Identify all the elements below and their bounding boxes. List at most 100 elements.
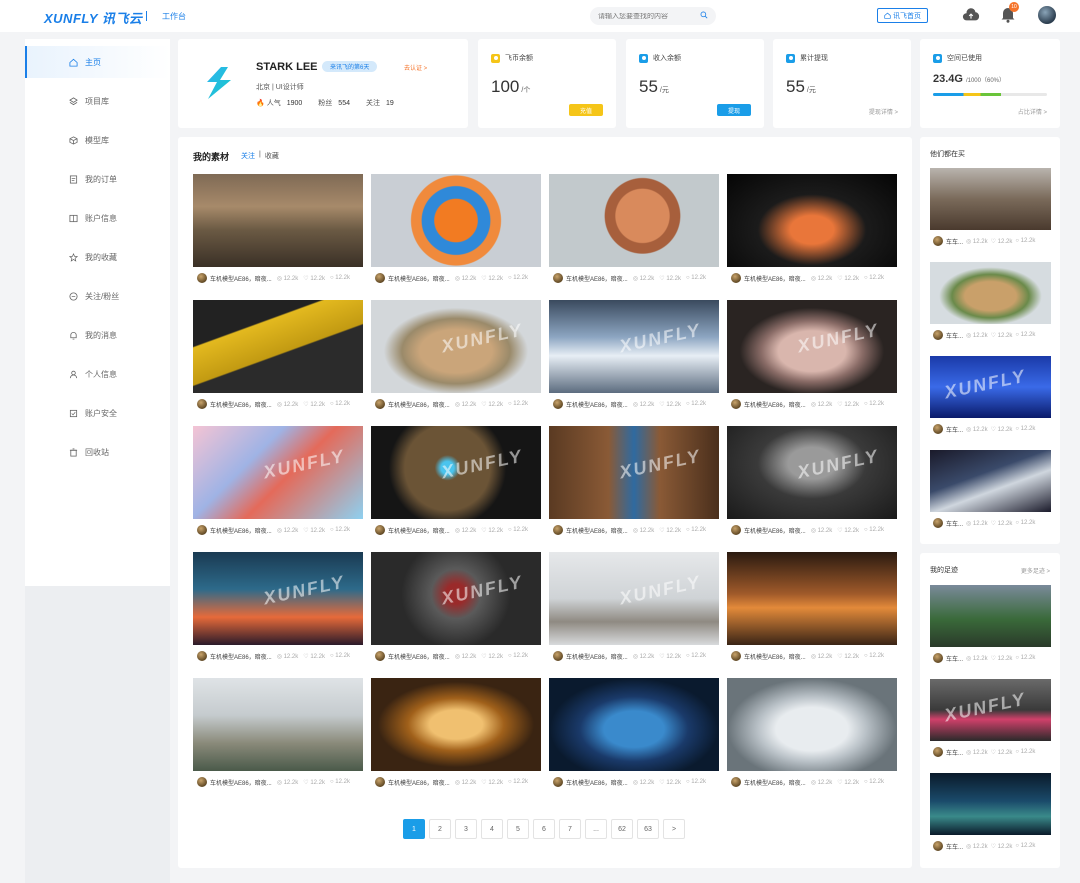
material-card[interactable]: XUNFLY 车机模型AE86，暗夜... ◎ 12.2k ♡ 12.2k ○ 12.2… bbox=[193, 552, 363, 666]
material-card[interactable]: XUNFLY 车机模型AE86，暗夜... ◎ 12.2k ♡ 12.2k ○ 12.2… bbox=[193, 426, 363, 540]
user-avatar[interactable] bbox=[1038, 6, 1056, 24]
search-box[interactable] bbox=[590, 7, 716, 25]
material-title[interactable]: 车机模型AE86，暗夜... bbox=[388, 778, 450, 787]
home-button[interactable]: 讯飞首页 bbox=[877, 8, 928, 23]
material-thumbnail[interactable]: XUNFLY bbox=[549, 300, 719, 393]
sidebar-item-projects[interactable]: 项目库 bbox=[25, 85, 170, 117]
material-card[interactable]: 车机模型AE86，暗夜... ◎ 12.2k ♡ 12.2k ○ 12.2k bbox=[727, 678, 897, 792]
author-avatar[interactable] bbox=[731, 525, 741, 535]
author-avatar[interactable] bbox=[933, 236, 943, 246]
recommend-title[interactable]: 车车... bbox=[946, 425, 963, 434]
sidebar-item-account-info[interactable]: 账户信息 bbox=[25, 202, 170, 234]
tab-collect[interactable]: 收藏 bbox=[265, 151, 279, 161]
material-thumbnail[interactable]: XUNFLY bbox=[371, 426, 541, 519]
withdraw-button[interactable]: 提现 bbox=[717, 104, 751, 116]
sidebar-item-favorites[interactable]: 我的收藏 bbox=[25, 241, 170, 273]
recommend-title[interactable]: 车车... bbox=[946, 842, 963, 851]
material-card[interactable]: XUNFLY 车机模型AE86，暗夜... ◎ 12.2k ♡ 12.2k ○ 12.2… bbox=[727, 426, 897, 540]
sidebar-item-follow[interactable]: 关注/粉丝 bbox=[25, 280, 170, 312]
material-card[interactable]: 车机模型AE86，暗夜... ◎ 12.2k ♡ 12.2k ○ 12.2k bbox=[193, 300, 363, 414]
material-title[interactable]: 车机模型AE86，暗夜... bbox=[210, 652, 272, 661]
workbench-link[interactable]: 工作台 bbox=[162, 11, 186, 22]
author-avatar[interactable] bbox=[933, 330, 943, 340]
material-thumbnail[interactable] bbox=[193, 678, 363, 771]
material-card[interactable]: 车机模型AE86，暗夜... ◎ 12.2k ♡ 12.2k ○ 12.2k bbox=[193, 174, 363, 288]
material-thumbnail[interactable]: XUNFLY bbox=[371, 552, 541, 645]
author-avatar[interactable] bbox=[933, 747, 943, 757]
author-avatar[interactable] bbox=[375, 273, 385, 283]
sidebar-item-security[interactable]: 账户安全 bbox=[25, 397, 170, 429]
following-stat[interactable]: 关注 19 bbox=[366, 98, 394, 108]
page-button[interactable]: 5 bbox=[507, 819, 529, 839]
material-thumbnail[interactable]: XUNFLY bbox=[549, 552, 719, 645]
recommend-card[interactable]: 车车... ◎ 12.2k ♡ 12.2k ○ 12.2k bbox=[930, 773, 1051, 859]
storage-detail-link[interactable]: 占比详情 > bbox=[1018, 107, 1047, 116]
author-avatar[interactable] bbox=[375, 651, 385, 661]
material-title[interactable]: 车机模型AE86，暗夜... bbox=[210, 274, 272, 283]
fans-stat[interactable]: 粉丝 554 bbox=[318, 98, 350, 108]
material-thumbnail[interactable]: XUNFLY bbox=[193, 552, 363, 645]
recommend-title[interactable]: 车车... bbox=[946, 748, 963, 757]
recommend-card[interactable]: 车车... ◎ 12.2k ♡ 12.2k ○ 12.2k bbox=[930, 262, 1051, 348]
withdraw-detail-link[interactable]: 提现详情 > bbox=[869, 107, 898, 116]
material-card[interactable]: XUNFLY 车机模型AE86，暗夜... ◎ 12.2k ♡ 12.2k ○ 12.2… bbox=[371, 552, 541, 666]
next-page-button[interactable]: > bbox=[663, 819, 685, 839]
material-thumbnail[interactable] bbox=[549, 678, 719, 771]
material-card[interactable]: XUNFLY 车机模型AE86，暗夜... ◎ 12.2k ♡ 12.2k ○ 12.2… bbox=[549, 300, 719, 414]
author-avatar[interactable] bbox=[197, 399, 207, 409]
recommend-thumbnail[interactable]: XUNFLY bbox=[930, 679, 1051, 741]
material-title[interactable]: 车机模型AE86，暗夜... bbox=[210, 400, 272, 409]
author-avatar[interactable] bbox=[553, 651, 563, 661]
recommend-thumbnail[interactable] bbox=[930, 773, 1051, 835]
page-button[interactable]: 7 bbox=[559, 819, 581, 839]
author-avatar[interactable] bbox=[553, 525, 563, 535]
material-title[interactable]: 车机模型AE86，暗夜... bbox=[566, 400, 628, 409]
sidebar-item-personal[interactable]: 个人信息 bbox=[25, 358, 170, 390]
page-button[interactable]: 63 bbox=[637, 819, 659, 839]
material-thumbnail[interactable]: XUNFLY bbox=[549, 426, 719, 519]
author-avatar[interactable] bbox=[731, 777, 741, 787]
search-input[interactable] bbox=[598, 12, 694, 20]
material-title[interactable]: 车机模型AE86，暗夜... bbox=[566, 652, 628, 661]
recommend-card[interactable]: 车车... ◎ 12.2k ♡ 12.2k ○ 12.2k bbox=[930, 450, 1051, 536]
material-title[interactable]: 车机模型AE86，暗夜... bbox=[388, 652, 450, 661]
author-avatar[interactable] bbox=[731, 273, 741, 283]
material-title[interactable]: 车机模型AE86，暗夜... bbox=[210, 526, 272, 535]
material-card[interactable]: 车机模型AE86，暗夜... ◎ 12.2k ♡ 12.2k ○ 12.2k bbox=[727, 552, 897, 666]
tab-follow[interactable]: 关注 bbox=[241, 151, 255, 161]
author-avatar[interactable] bbox=[553, 777, 563, 787]
more-footprint-link[interactable]: 更多足迹 > bbox=[1021, 566, 1050, 575]
sidebar-item-home[interactable]: 主页 bbox=[25, 46, 170, 78]
material-thumbnail[interactable] bbox=[371, 678, 541, 771]
author-avatar[interactable] bbox=[197, 651, 207, 661]
recharge-button[interactable]: 充值 bbox=[569, 104, 603, 116]
material-thumbnail[interactable] bbox=[727, 552, 897, 645]
recommend-thumbnail[interactable] bbox=[930, 450, 1051, 512]
sidebar-item-messages[interactable]: 我的消息 bbox=[25, 319, 170, 351]
material-title[interactable]: 车机模型AE86，暗夜... bbox=[566, 526, 628, 535]
recommend-title[interactable]: 车车... bbox=[946, 519, 963, 528]
material-card[interactable]: XUNFLY 车机模型AE86，暗夜... ◎ 12.2k ♡ 12.2k ○ 12.2… bbox=[371, 300, 541, 414]
material-card[interactable]: 车机模型AE86，暗夜... ◎ 12.2k ♡ 12.2k ○ 12.2k bbox=[371, 174, 541, 288]
material-thumbnail[interactable]: XUNFLY bbox=[371, 300, 541, 393]
material-title[interactable]: 车机模型AE86，暗夜... bbox=[744, 778, 806, 787]
material-card[interactable]: XUNFLY 车机模型AE86，暗夜... ◎ 12.2k ♡ 12.2k ○ 12.2… bbox=[549, 426, 719, 540]
material-title[interactable]: 车机模型AE86，暗夜... bbox=[566, 274, 628, 283]
author-avatar[interactable] bbox=[933, 424, 943, 434]
author-avatar[interactable] bbox=[731, 651, 741, 661]
page-button[interactable]: 2 bbox=[429, 819, 451, 839]
material-card[interactable]: 车机模型AE86，暗夜... ◎ 12.2k ♡ 12.2k ○ 12.2k bbox=[549, 678, 719, 792]
sidebar-item-models[interactable]: 模型库 bbox=[25, 124, 170, 156]
page-button[interactable]: 4 bbox=[481, 819, 503, 839]
material-card[interactable]: 车机模型AE86，暗夜... ◎ 12.2k ♡ 12.2k ○ 12.2k bbox=[549, 174, 719, 288]
recommend-title[interactable]: 车车... bbox=[946, 237, 963, 246]
author-avatar[interactable] bbox=[553, 273, 563, 283]
material-title[interactable]: 车机模型AE86，暗夜... bbox=[744, 400, 806, 409]
material-card[interactable]: 车机模型AE86，暗夜... ◎ 12.2k ♡ 12.2k ○ 12.2k bbox=[727, 174, 897, 288]
page-button[interactable]: 3 bbox=[455, 819, 477, 839]
material-title[interactable]: 车机模型AE86，暗夜... bbox=[388, 400, 450, 409]
page-button[interactable]: 6 bbox=[533, 819, 555, 839]
material-thumbnail[interactable] bbox=[371, 174, 541, 267]
material-thumbnail[interactable] bbox=[549, 174, 719, 267]
material-thumbnail[interactable] bbox=[727, 174, 897, 267]
